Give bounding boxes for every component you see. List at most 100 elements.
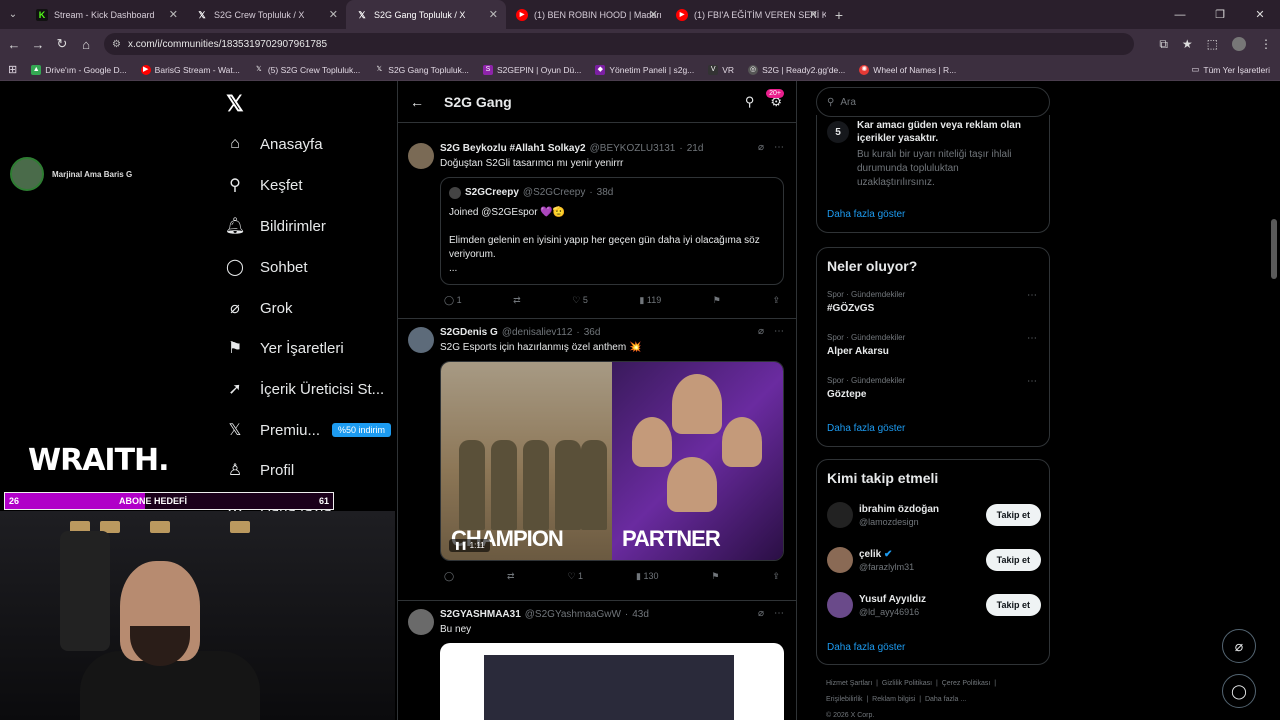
bookmark-tweet-icon[interactable]: ⚑ (713, 295, 721, 306)
more-icon[interactable]: ⋯ (1027, 333, 1037, 344)
tweet-author-name[interactable]: S2GYASHMAA31 (440, 609, 521, 620)
views-button[interactable]: ▮ 119 (639, 295, 661, 306)
home-icon[interactable]: ⌂ (74, 37, 98, 52)
avatar[interactable] (827, 547, 853, 573)
like-button[interactable]: ♡ 1 (567, 571, 583, 582)
address-bar[interactable]: ⚙ x.com/i/communities/183531970290796178… (104, 33, 1134, 55)
x-logo-icon[interactable]: 𝕏 (226, 91, 244, 117)
reload-icon[interactable]: ↻ (50, 36, 74, 52)
footer-link[interactable]: Reklam bilgisi (872, 696, 915, 703)
follow-button[interactable]: Takip et (985, 504, 1041, 526)
footer-link[interactable]: Hizmet Şartları (826, 680, 872, 687)
avatar[interactable] (408, 609, 434, 635)
tweet-author-name[interactable]: S2G Beykozlu #Allah1 Solkay2 (440, 143, 586, 154)
follow-suggestion[interactable]: çelik ✔ @farazlylm31 Takip et (827, 547, 1041, 573)
all-bookmarks[interactable]: ▭ Tüm Yer İşaretleri (1191, 64, 1270, 75)
tweet-author-handle[interactable]: @S2GYashmaaGwW (525, 609, 621, 620)
bookmark-item[interactable]: S S2GEPIN | Oyun Dü... (482, 64, 581, 75)
site-info-icon[interactable]: ⚙ (112, 39, 121, 50)
share-icon[interactable]: ⇪ (772, 571, 780, 582)
cast-icon[interactable]: ⧉ (1159, 37, 1168, 52)
reply-button[interactable]: ◯ 1 (444, 295, 462, 306)
nav-item-bookmarks[interactable]: ⚑ Yer İşaretleri (226, 339, 344, 358)
grok-icon[interactable]: ⌀ (758, 326, 764, 337)
close-window-icon[interactable]: ✕ (1240, 8, 1280, 21)
new-tab-icon[interactable]: + (826, 7, 852, 23)
back-arrow-icon[interactable]: ← (410, 94, 424, 110)
bookmark-tweet-icon[interactable]: ⚑ (711, 571, 719, 582)
nav-item-chat[interactable]: ◯ Sohbet (226, 258, 308, 277)
tweet-image[interactable] (440, 643, 784, 720)
reply-button[interactable]: ◯ (444, 571, 454, 582)
browser-tab[interactable]: ▶ (1) FBI'A EĞİTİM VEREN SERİ KA ✕ (666, 0, 826, 29)
bookmark-item[interactable]: ✺ Wheel of Names | R... (859, 64, 956, 75)
tweet-author-handle[interactable]: @BEYKOZLU3131 (590, 143, 676, 154)
trend-item[interactable]: Spor · Gündemdekiler Göztepe ⋯ (827, 376, 1041, 400)
restore-icon[interactable]: ❐ (1200, 8, 1240, 21)
footer-link[interactable]: Çerez Politikası (942, 680, 991, 687)
more-icon[interactable]: ⋯ (1027, 376, 1037, 387)
nav-item-premium[interactable]: 𝕏 Premiu... %50 indirim (226, 421, 392, 439)
trend-item[interactable]: Spor · Gündemdekiler Alper Akarsu ⋯ (827, 333, 1041, 357)
follow-suggestion[interactable]: Yusuf Ayyıldız @ld_ayy46916 Takip et (827, 592, 1041, 618)
bookmark-item[interactable]: ▲ Drive'ım - Google D... (31, 64, 127, 75)
tweet[interactable]: S2G Beykozlu #Allah1 Solkay2 @BEYKOZLU31… (398, 135, 796, 319)
bookmark-item[interactable]: 𝕏 (5) S2G Crew Topluluk... (254, 65, 360, 75)
tweet-time[interactable]: 43d (632, 609, 649, 620)
forward-icon[interactable]: → (26, 37, 50, 52)
menu-icon[interactable]: ⋮ (1260, 37, 1272, 51)
star-icon[interactable]: ★ (1182, 37, 1193, 51)
tweet-time[interactable]: 36d (584, 327, 601, 338)
show-more-link[interactable]: Daha fazla göster (827, 209, 905, 220)
browser-tab[interactable]: K Stream - Kick Dashboard ✕ (26, 0, 186, 29)
search-input[interactable]: ⚲ Ara (816, 87, 1050, 117)
follow-suggestion[interactable]: ibrahim özdoğan @lamozdesign Takip et (827, 502, 1041, 528)
more-icon[interactable]: ⋯ (1027, 290, 1037, 301)
tweet[interactable]: S2GYASHMAA31 @S2GYashmaaGwW · 43d ⌀ ⋯ Bu … (398, 601, 796, 720)
nav-item-grok[interactable]: ⌀ Grok (226, 299, 292, 318)
share-icon[interactable]: ⇪ (772, 295, 780, 306)
retweet-button[interactable]: ⇄ (507, 571, 515, 582)
avatar[interactable] (827, 592, 853, 618)
show-more-link[interactable]: Daha fazla göster (827, 423, 905, 434)
footer-link[interactable]: Erişilebilirlik (826, 696, 863, 703)
avatar[interactable] (827, 502, 853, 528)
browser-tab[interactable]: ▶ (1) BEN ROBIN HOOD | Madarı ✕ (506, 0, 666, 29)
nav-item-profile[interactable]: ♙ Profil (226, 461, 294, 480)
avatar[interactable] (408, 327, 434, 353)
more-icon[interactable]: ⋯ (774, 326, 784, 337)
tweet-author-name[interactable]: S2GDenis G (440, 327, 498, 338)
show-more-link[interactable]: Daha fazla göster (827, 642, 905, 653)
video-duration[interactable]: ❚❚ 1:11 (449, 539, 490, 552)
grok-icon[interactable]: ⌀ (758, 608, 764, 619)
nav-item-home[interactable]: ⌂ Anasayfa (226, 135, 322, 153)
bookmark-item[interactable]: V VR (708, 64, 734, 75)
more-icon[interactable]: ⋯ (774, 142, 784, 153)
nav-item-explore[interactable]: ⚲ Keşfet (226, 176, 302, 195)
close-icon[interactable]: ✕ (649, 8, 658, 21)
back-icon[interactable]: ← (2, 37, 26, 52)
nav-item-notifications[interactable]: 🔔︎ Bildirimler (225, 217, 326, 236)
tab-search-icon[interactable]: ⌄ (0, 9, 26, 20)
apps-icon[interactable]: ⊞ (8, 63, 17, 76)
quoted-tweet[interactable]: S2GCreepy @S2GCreepy · 38d Joined @S2GEs… (440, 177, 784, 285)
retweet-button[interactable]: ⇄ (513, 295, 521, 306)
close-icon[interactable]: ✕ (809, 8, 818, 21)
browser-tab[interactable]: 𝕏 S2G Crew Topluluk / X ✕ (186, 0, 346, 29)
tweet-video[interactable]: CHAMPION ❚❚ 1:11 PARTNER (440, 361, 784, 561)
tweet-time[interactable]: 21d (687, 143, 704, 154)
grok-icon[interactable]: ⌀ (758, 142, 764, 153)
follow-button[interactable]: Takip et (985, 549, 1041, 571)
trend-item[interactable]: Spor · Gündemdekiler #GÖZvGS ⋯ (827, 290, 1041, 314)
more-icon[interactable]: ⋯ (774, 608, 784, 619)
close-icon[interactable]: ✕ (329, 8, 338, 21)
bookmark-item[interactable]: ◎ S2G | Ready2.gg'de... (748, 64, 845, 75)
tweet[interactable]: S2GDenis G @denisaliev112 · 36d ⌀ ⋯ S2G E… (398, 319, 796, 601)
bookmark-item[interactable]: ◆ Yönetim Paneli | s2g... (595, 64, 694, 75)
close-icon[interactable]: ✕ (169, 8, 178, 21)
nav-item-creator-studio[interactable]: ➚ İçerik Üreticisi St... (226, 380, 384, 399)
tweet-author-handle[interactable]: @denisaliev112 (502, 327, 573, 338)
bookmark-item[interactable]: ▶ BarisG Stream - Wat... (140, 64, 240, 75)
minimize-icon[interactable]: — (1160, 9, 1200, 21)
profile-avatar[interactable] (1232, 37, 1246, 51)
